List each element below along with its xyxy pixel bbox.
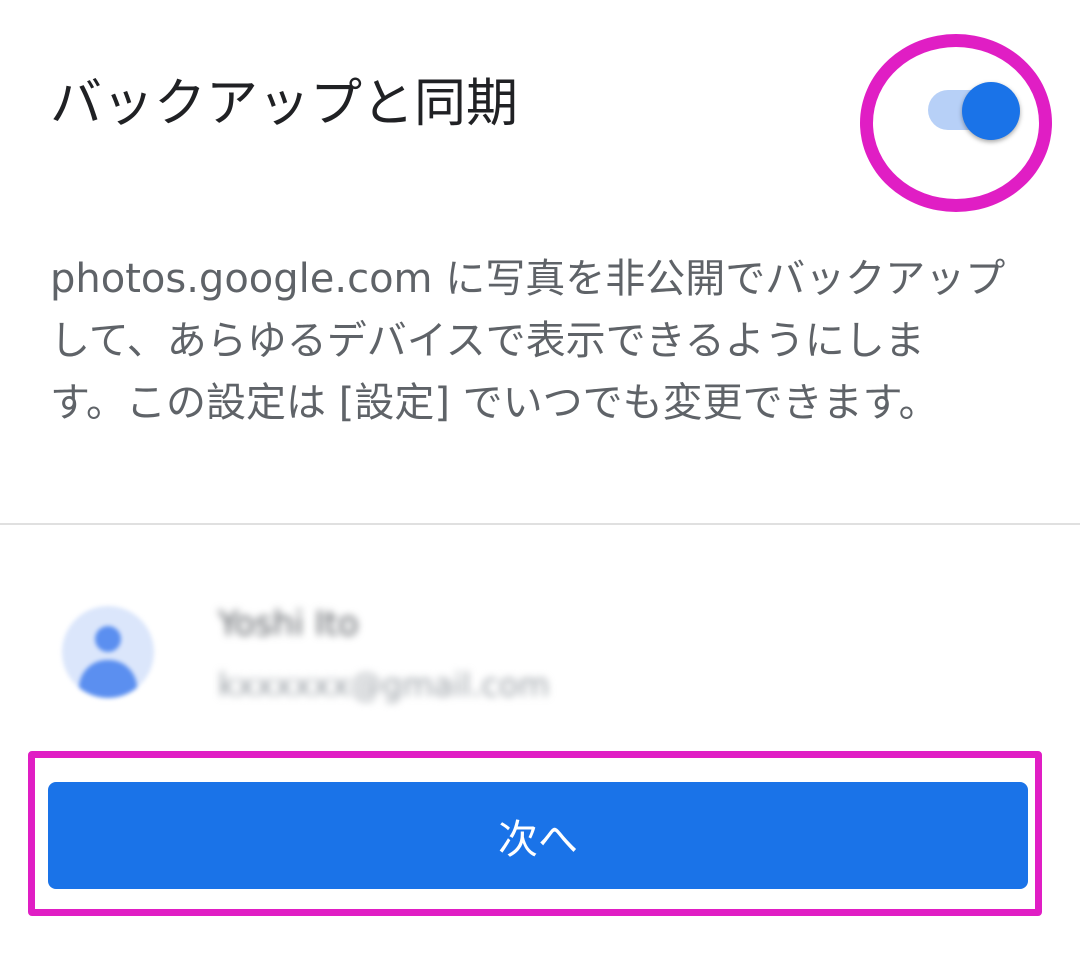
description-line-1: photos.google.com に写真を非公開でバックアップ [50,256,1006,302]
next-button[interactable]: 次へ [48,782,1028,889]
description-line-3: す。この設定は [設定] でいつでも変更できます。 [50,380,939,426]
toggle-thumb [962,82,1020,140]
backup-sync-screen: バックアップと同期 photos.google.com に写真を非公開でバックア… [0,0,1080,956]
account-email: kxxxxxx@gmail.com [218,666,550,704]
backup-sync-toggle[interactable] [928,82,1020,140]
person-icon [62,606,154,698]
avatar-body [79,660,137,698]
backup-description: photos.google.com に写真を非公開でバックアップ して、あらゆる… [50,248,1040,434]
section-divider [0,523,1080,525]
description-line-2: して、あらゆるデバイスで表示できるようにしま [50,318,925,364]
account-info: Yoshi Ito kxxxxxx@gmail.com [62,600,622,710]
avatar-head [95,626,121,652]
page-title: バックアップと同期 [50,74,519,134]
account-name: Yoshi Ito [218,604,359,644]
